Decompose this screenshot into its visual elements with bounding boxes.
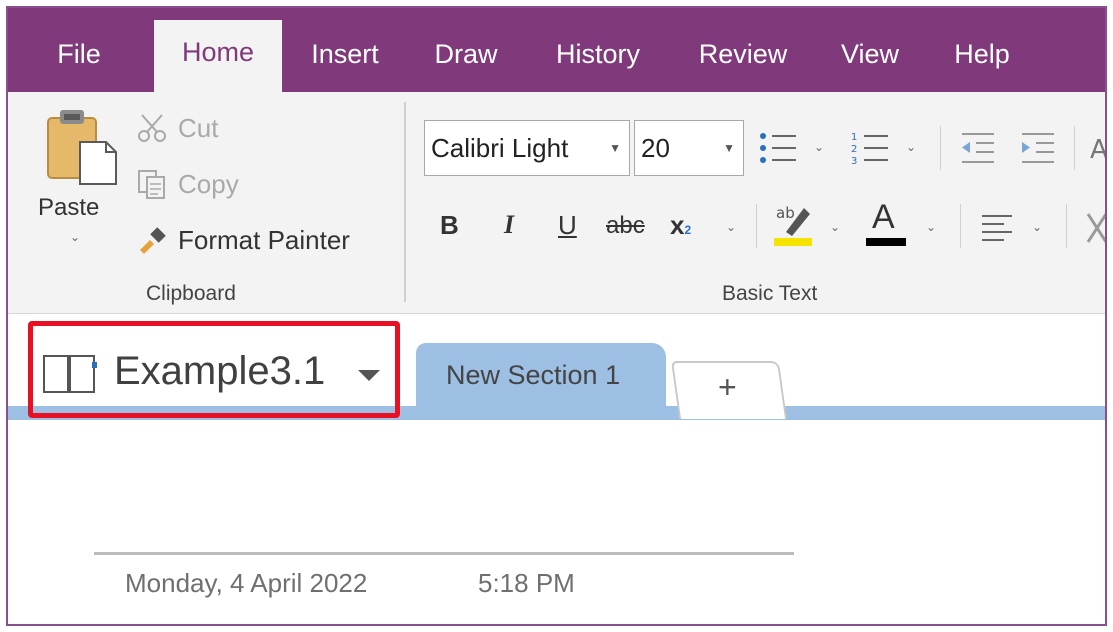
increase-indent-icon[interactable] — [1018, 130, 1058, 166]
cut-label: Cut — [178, 112, 219, 143]
separator — [1074, 126, 1075, 170]
add-section-label: + — [718, 369, 737, 405]
separator — [960, 204, 961, 248]
basic-text-group-label: Basic Text — [722, 282, 818, 305]
svg-text:2: 2 — [851, 144, 857, 155]
paste-dropdown-caret[interactable]: ⌄ — [70, 230, 80, 244]
strikethrough-button[interactable]: abc — [606, 212, 645, 240]
copy-icon — [138, 170, 165, 199]
page-time: 5:18 PM — [478, 568, 575, 598]
tab-draw[interactable]: Draw — [426, 22, 506, 92]
page-date: Monday, 4 April 2022 — [125, 568, 368, 598]
svg-text:ab: ab — [776, 204, 795, 222]
clipboard-group-label: Clipboard — [146, 282, 236, 305]
paragraph-align-icon[interactable] — [980, 212, 1014, 242]
chevron-down-icon: ▼ — [723, 141, 735, 155]
subscript-dropdown-caret[interactable]: ⌄ — [726, 220, 736, 234]
menu-bar: File Home Insert Draw History Review Vie… — [8, 8, 1105, 94]
font-size-combo[interactable]: 20 ▼ — [634, 120, 744, 176]
italic-button[interactable]: I — [504, 210, 514, 240]
copy-button[interactable]: Copy — [136, 168, 239, 200]
separator — [940, 126, 941, 170]
clipboard-icon — [47, 110, 117, 185]
font-color-dropdown-caret[interactable]: ⌄ — [926, 220, 936, 234]
group-separator — [404, 102, 406, 302]
app-window: File Home Insert Draw History Review Vie… — [6, 6, 1107, 626]
align-dropdown-caret[interactable]: ⌄ — [1032, 220, 1042, 234]
font-size-value: 20 — [641, 133, 670, 163]
subscript-mark: 2 — [684, 223, 692, 237]
highlight-dropdown-caret[interactable]: ⌄ — [830, 220, 840, 234]
numbered-list-icon[interactable]: 1 2 3 — [850, 130, 890, 166]
separator — [1066, 204, 1067, 248]
tab-file[interactable]: File — [46, 22, 112, 92]
highlight-color-swatch — [774, 238, 812, 246]
scissors-icon — [138, 114, 166, 142]
paste-label: Paste — [38, 194, 100, 221]
font-color-glyph: A — [872, 198, 895, 236]
page-title-line[interactable] — [94, 552, 794, 555]
cut-button[interactable]: Cut — [136, 112, 218, 144]
font-name-combo[interactable]: Calibri Light ▼ — [424, 120, 630, 176]
tab-history[interactable]: History — [546, 22, 650, 92]
paste-button[interactable]: Paste ⌄ — [38, 106, 118, 266]
subscript-button[interactable]: x2 — [670, 210, 691, 241]
underline-button[interactable]: U — [558, 210, 577, 241]
tab-view[interactable]: View — [834, 22, 906, 92]
tab-help[interactable]: Help — [946, 22, 1018, 92]
highlight-button[interactable]: ab — [774, 198, 814, 248]
svg-text:1: 1 — [851, 132, 857, 143]
separator — [756, 204, 757, 248]
format-painter-icon — [140, 227, 166, 254]
bullet-list-icon[interactable] — [758, 130, 798, 166]
section-tab-label: New Section 1 — [446, 360, 621, 390]
copy-label: Copy — [178, 168, 239, 199]
clear-formatting-icon[interactable]: A — [1090, 132, 1107, 166]
font-color-swatch — [866, 238, 906, 246]
format-painter-button[interactable]: Format Painter — [136, 224, 350, 256]
bullets-dropdown-caret[interactable]: ⌄ — [814, 140, 824, 154]
font-color-button[interactable]: A — [866, 198, 910, 250]
bold-button[interactable]: B — [440, 210, 459, 241]
numbering-dropdown-caret[interactable]: ⌄ — [906, 140, 916, 154]
chevron-down-icon: ▼ — [609, 141, 621, 155]
subscript-glyph: x — [670, 210, 685, 240]
tab-home[interactable]: Home — [154, 20, 282, 94]
clear-icon[interactable] — [1084, 208, 1107, 248]
ribbon: Paste ⌄ Cut Copy Format Painter Clipboar… — [8, 92, 1105, 314]
font-name-value: Calibri Light — [431, 133, 569, 163]
tab-insert[interactable]: Insert — [302, 22, 388, 92]
svg-text:3: 3 — [851, 156, 857, 166]
decrease-indent-icon[interactable] — [958, 130, 998, 166]
tab-review[interactable]: Review — [690, 22, 796, 92]
notebook-highlight-box — [28, 321, 400, 418]
svg-text:A: A — [1090, 135, 1107, 165]
highlighter-icon: ab — [774, 204, 812, 246]
format-painter-label: Format Painter — [178, 224, 350, 255]
